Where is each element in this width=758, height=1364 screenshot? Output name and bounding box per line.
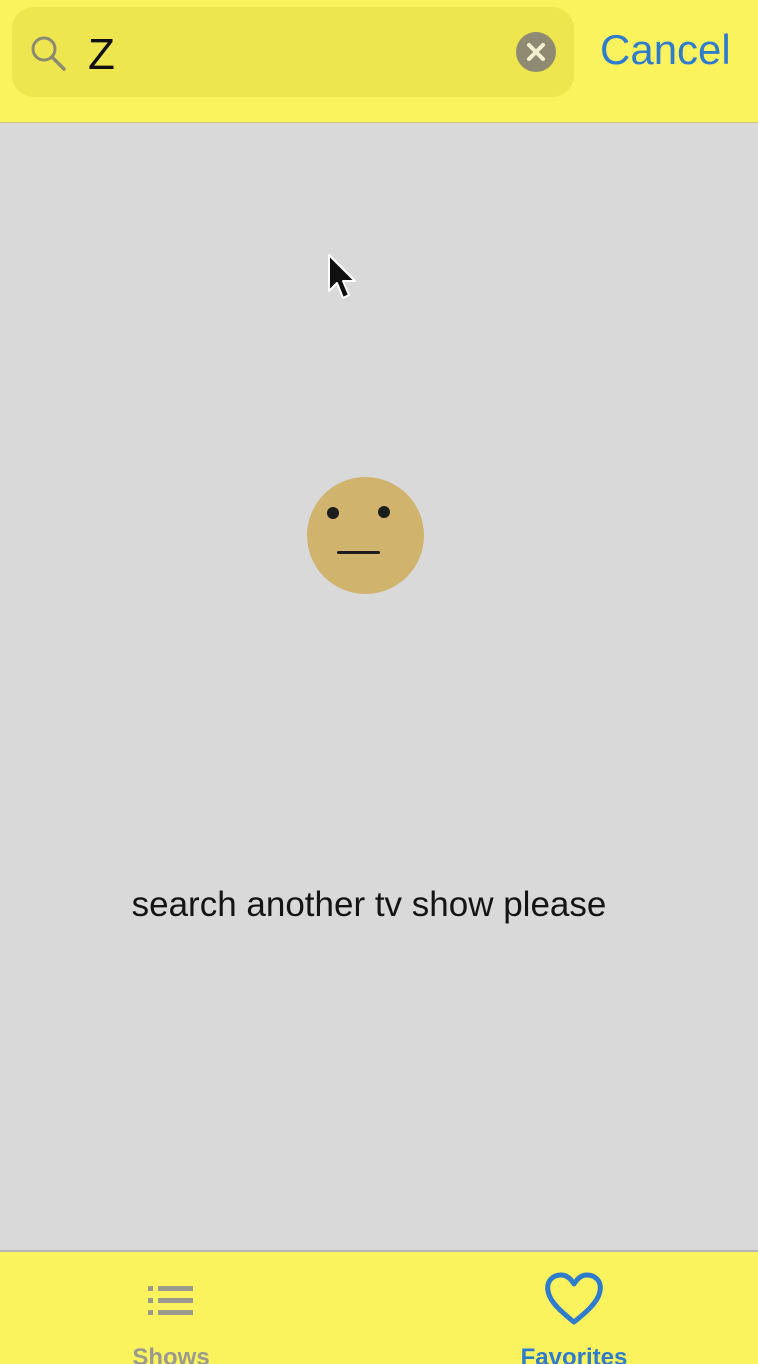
heart-icon xyxy=(545,1272,603,1325)
search-icon xyxy=(31,36,66,71)
close-icon xyxy=(527,43,545,61)
clear-search-button[interactable] xyxy=(516,32,556,72)
empty-state-message: search another tv show please xyxy=(131,885,607,924)
neutral-face-icon xyxy=(307,477,424,594)
tab-shows[interactable]: Shows xyxy=(61,1252,281,1364)
empty-results-area xyxy=(0,123,758,1250)
tab-favorites[interactable]: Favorites xyxy=(464,1252,684,1364)
search-field[interactable]: Z xyxy=(12,7,574,97)
tab-bar: Shows Favorites xyxy=(0,1250,758,1364)
list-icon xyxy=(148,1286,193,1315)
search-input[interactable]: Z xyxy=(88,31,115,79)
tab-favorites-label: Favorites xyxy=(520,1344,628,1364)
search-header: Z Cancel xyxy=(0,0,758,123)
cancel-button[interactable]: Cancel xyxy=(600,26,731,74)
tab-shows-label: Shows xyxy=(132,1344,210,1364)
